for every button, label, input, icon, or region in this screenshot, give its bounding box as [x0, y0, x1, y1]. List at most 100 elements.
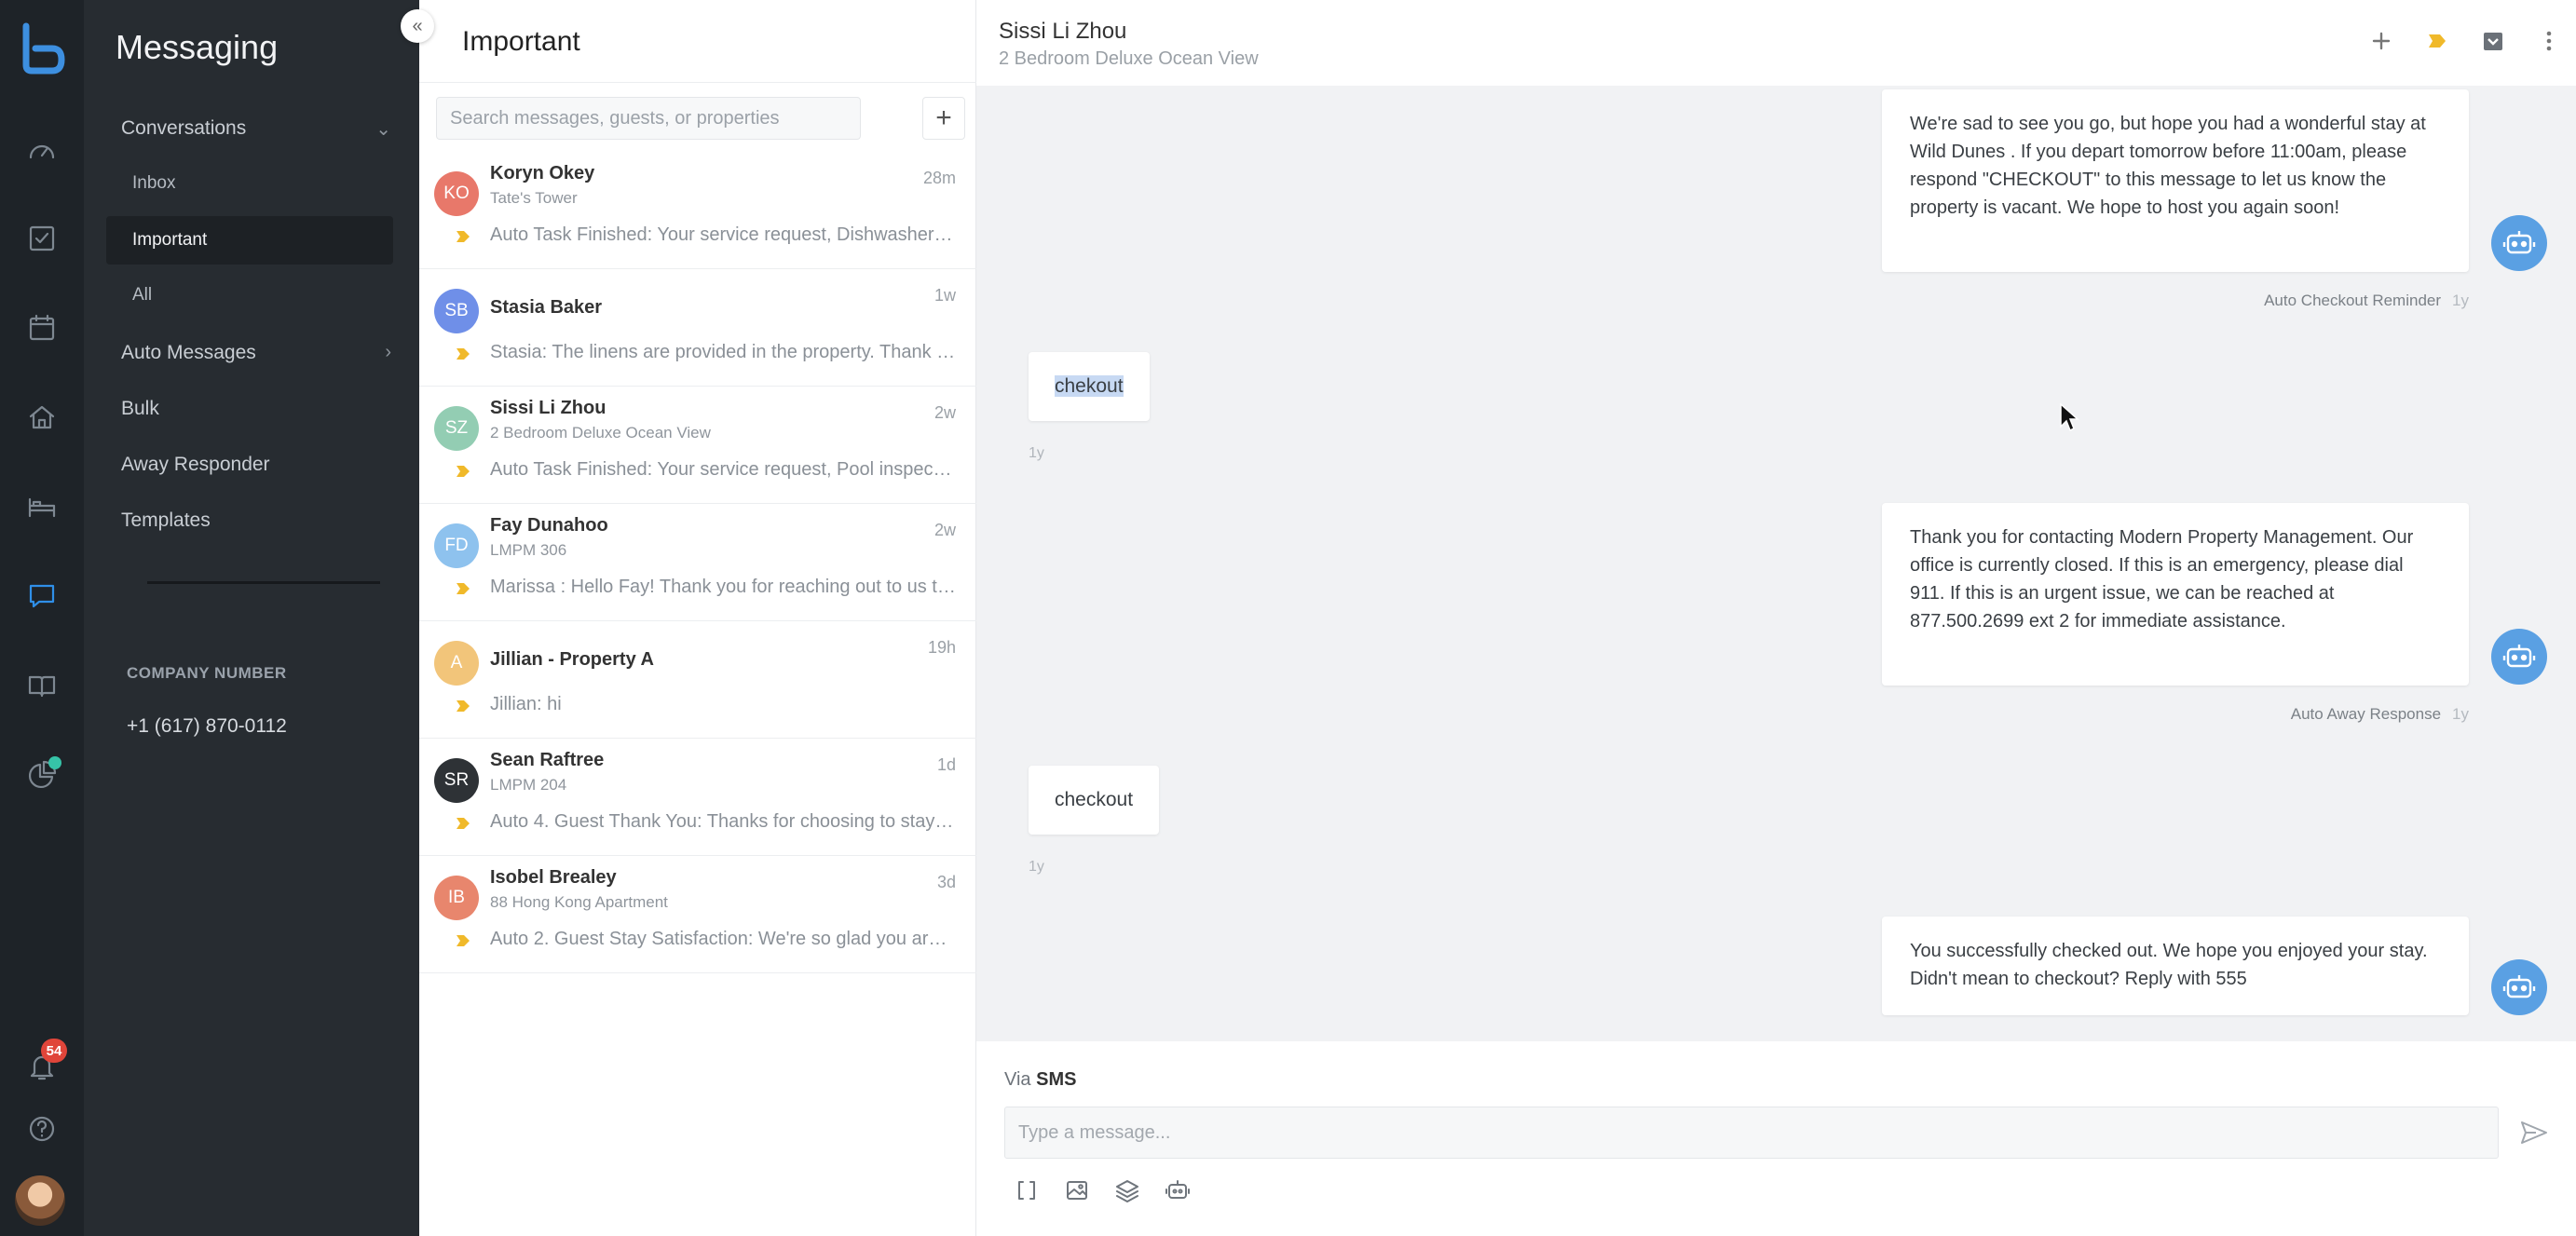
archive-icon[interactable] [2474, 22, 2512, 60]
notification-badge: 54 [41, 1039, 67, 1063]
nav-all[interactable]: All [132, 285, 152, 306]
via-channel[interactable]: SMS [1036, 1069, 1076, 1090]
message-meta: Auto Away Response 1y [2291, 705, 2469, 724]
message-source: Auto Checkout Reminder [2264, 292, 2442, 309]
home-icon[interactable] [17, 392, 67, 442]
nav-templates[interactable]: Templates [121, 509, 211, 532]
send-button[interactable] [2514, 1112, 2555, 1153]
auto-message-bubble: You successfully checked out. We hope yo… [1882, 917, 2469, 1015]
conversation-time: 3d [936, 873, 956, 891]
list-title: Important [462, 26, 580, 57]
b-logo[interactable] [13, 19, 71, 76]
bed-icon[interactable] [17, 482, 67, 532]
brackets-icon[interactable] [1008, 1172, 1045, 1209]
guest-message-bubble: chekout [1029, 352, 1150, 421]
company-number-label: COMPANY NUMBER [127, 664, 287, 682]
message-time: 1y [1029, 445, 1044, 461]
conversation-item[interactable]: A Jillian - Property A 19h Jillian: hi [419, 621, 976, 739]
status-dot [48, 756, 61, 769]
message-source: Auto Away Response [2290, 705, 2442, 723]
nav-auto-messages-label: Auto Messages [121, 342, 256, 363]
conversation-property: Tate's Tower [490, 189, 578, 207]
flag-icon [457, 348, 470, 360]
chevron-down-icon: ⌄ [375, 119, 391, 140]
flag-icon[interactable] [2419, 22, 2456, 60]
user-avatar[interactable] [15, 1175, 65, 1226]
via-prefix: Via [1004, 1069, 1031, 1090]
plus-icon[interactable] [2363, 22, 2400, 60]
send-icon [2521, 1121, 2547, 1144]
help-icon[interactable] [17, 1104, 67, 1154]
bot-avatar-icon [2491, 959, 2547, 1015]
nav-inbox[interactable]: Inbox [132, 173, 175, 194]
conversation-preview: Stasia: The linens are provided in the p… [490, 342, 956, 362]
conversation-time: 2w [934, 521, 956, 539]
chat-icon[interactable] [17, 571, 67, 621]
icon-rail: 54 [0, 0, 84, 1236]
conversation-preview: Auto Task Finished: Your service request… [490, 459, 956, 480]
avatar: KO [434, 171, 479, 216]
nav-away-responder[interactable]: Away Responder [121, 454, 270, 476]
conversation-item[interactable]: IB Isobel Brealey 88 Hong Kong Apartment 3d… [419, 856, 976, 973]
conversation-preview: Auto Task Finished: Your service request… [490, 224, 956, 245]
conversation-name: Sissi Li Zhou [490, 398, 607, 418]
selected-text: chekout [1055, 375, 1124, 397]
flag-icon [457, 700, 470, 712]
flag-icon [457, 583, 470, 594]
auto-message-bubble: Thank you for contacting Modern Property… [1882, 503, 2469, 686]
conversation-preview: Auto 4. Guest Thank You: Thanks for choo… [490, 811, 956, 832]
message-time: 1y [2452, 292, 2469, 309]
nav-bulk[interactable]: Bulk [121, 398, 159, 420]
more-vertical-icon[interactable] [2530, 22, 2568, 60]
avatar: A [434, 641, 479, 686]
nav-divider [147, 581, 380, 584]
conversation-item[interactable]: SB Stasia Baker 1w Stasia: The linens are p… [419, 269, 976, 387]
message-meta: Auto Checkout Reminder 1y [2264, 292, 2469, 310]
book-icon[interactable] [17, 660, 67, 711]
conversation-time: 28m [922, 169, 956, 187]
nav-conversations-label: Conversations [121, 117, 247, 139]
nav-important[interactable]: Important [106, 216, 393, 265]
conversation-name: Jillian - Property A [490, 649, 654, 670]
flag-icon [457, 466, 470, 477]
message-composer: Via SMS [976, 1041, 2576, 1236]
conversation-list: Important + KO Koryn Okey Tate's Tower 28m A… [419, 0, 976, 1236]
auto-message-bubble: We're sad to see you go, but hope you ha… [1882, 89, 2469, 272]
avatar: IB [434, 876, 479, 920]
company-number: +1 (617) 870-0112 [127, 715, 287, 737]
conversation-property: LMPM 204 [490, 776, 567, 794]
tasks-icon[interactable] [17, 213, 67, 264]
conversation-item[interactable]: FD Fay Dunahoo LMPM 306 2w Marissa : Hello F… [419, 504, 976, 621]
conversation-preview: Auto 2. Guest Stay Satisfaction: We're s… [490, 929, 956, 949]
divider [419, 82, 976, 83]
chat-panel: Sissi Li Zhou 2 Bedroom Deluxe Ocean Vie… [976, 0, 2576, 1236]
avatar: SZ [434, 406, 479, 451]
chat-guest-name: Sissi Li Zhou [999, 19, 1127, 44]
calendar-icon[interactable] [17, 303, 67, 353]
conversation-name: Fay Dunahoo [490, 515, 608, 536]
bot-icon[interactable] [1159, 1172, 1196, 1209]
dashboard-icon[interactable] [17, 126, 67, 176]
conversation-time: 2w [934, 403, 956, 422]
conversation-name: Isobel Brealey [490, 867, 617, 888]
mouse-cursor-icon [2060, 402, 2079, 432]
collapse-sidebar-button[interactable]: « [401, 9, 434, 43]
conversation-item[interactable]: KO Koryn Okey Tate's Tower 28m Auto Task Fin… [419, 152, 976, 269]
image-icon[interactable] [1058, 1172, 1096, 1209]
nav-auto-messages[interactable]: Auto Messages › [121, 342, 391, 364]
message-input[interactable] [1004, 1107, 2499, 1159]
search-input[interactable] [436, 97, 861, 140]
nav-conversations[interactable]: Conversations ⌄ [121, 117, 391, 140]
chat-property: 2 Bedroom Deluxe Ocean View [999, 48, 1259, 69]
chat-header: Sissi Li Zhou 2 Bedroom Deluxe Ocean Vie… [976, 0, 2576, 86]
avatar: FD [434, 523, 479, 568]
conversation-item[interactable]: SZ Sissi Li Zhou 2 Bedroom Deluxe Ocean Vi… [419, 387, 976, 504]
conversation-time: 1d [936, 755, 956, 774]
conversation-item[interactable]: SR Sean Raftree LMPM 204 1d Auto 4. Guest Th… [419, 739, 976, 856]
new-conversation-button[interactable]: + [922, 97, 965, 140]
conversation-property: 88 Hong Kong Apartment [490, 893, 668, 911]
layers-icon[interactable] [1109, 1172, 1146, 1209]
conversation-time: 19h [927, 638, 956, 657]
avatar: SB [434, 289, 479, 333]
avatar: SR [434, 758, 479, 803]
